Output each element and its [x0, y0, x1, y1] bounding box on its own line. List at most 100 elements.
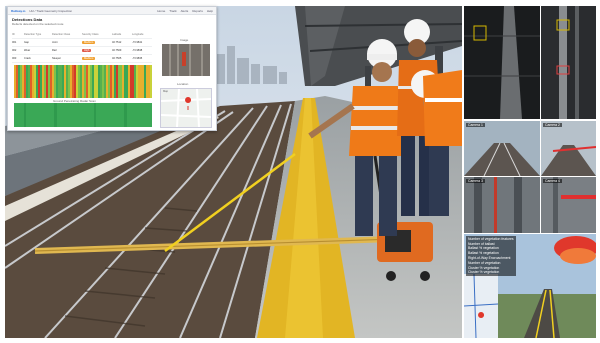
heatmap-column	[78, 65, 80, 98]
heatmap-column	[76, 65, 78, 98]
dashboard-topbar: Railway.io HU / Track Geometry Inspectio…	[8, 7, 216, 15]
camera-3-label: Camera 3	[466, 179, 485, 183]
map-type-label[interactable]: Map	[163, 90, 168, 93]
heatmap-column	[88, 65, 90, 98]
location-map[interactable]: Map	[160, 88, 212, 128]
gpr-heatmap-top	[14, 65, 152, 98]
heatmap-column	[122, 65, 124, 98]
heatmap-column	[112, 65, 114, 98]
cell-type: Wear	[24, 49, 31, 52]
heatmap-column	[16, 65, 18, 98]
heatmap-column	[114, 65, 116, 98]
detection-image-thumbnail[interactable]	[162, 44, 210, 76]
heatmap-column	[146, 65, 148, 98]
heatmap-column	[54, 65, 56, 98]
heatmap-column	[30, 65, 32, 98]
cell-class: Sleeper	[52, 57, 61, 60]
stat-line: Ballast % vegetation	[468, 250, 499, 255]
tunnel-inspection-image-left	[464, 6, 540, 119]
nav-track[interactable]: Track	[169, 9, 176, 13]
camera-2-feed[interactable]: Camera 2	[541, 121, 596, 176]
camera-1-feed[interactable]: Camera 1	[464, 121, 540, 176]
cell-lon: -73.9838	[132, 49, 143, 52]
cell-class: Rail	[52, 49, 57, 52]
heatmap-column	[84, 65, 86, 98]
gpr-heatmap-bottom	[14, 103, 152, 127]
heatmap-column	[118, 65, 120, 98]
cell-lon: -73.9841	[132, 41, 143, 44]
map-pin-icon	[185, 97, 192, 103]
heatmap-column	[28, 65, 30, 98]
table-row[interactable]: 002 Wear Rail High 40.7509 -73.9838	[12, 47, 152, 55]
camera-3-feed[interactable]: Camera 3	[464, 177, 540, 233]
col-class: Detection Class	[52, 33, 71, 36]
heatmap-column	[60, 65, 62, 98]
heatmap-column	[48, 65, 50, 98]
table-header: ID Detection Type Detection Class Severi…	[12, 31, 152, 39]
heatmap-column	[20, 65, 22, 98]
heatmap-column	[18, 65, 20, 98]
vegetation-stats: Number of vegetation features Number of …	[466, 236, 516, 276]
severity-badge: Medium	[82, 40, 96, 44]
heatmap-column	[52, 65, 54, 98]
heatmap-column	[120, 65, 122, 98]
heatmap-column	[96, 65, 98, 98]
col-severity: Severity Class	[82, 33, 99, 36]
cell-id: 003	[12, 57, 17, 60]
heatmap-column	[80, 65, 82, 98]
heatmap-column	[140, 65, 142, 98]
heatmap-column	[92, 65, 94, 98]
col-lat: Latitude	[112, 33, 122, 36]
cell-type: Crack	[24, 57, 31, 60]
page-subtitle: Defects detected on the selected route	[12, 22, 64, 26]
heatmap-column	[132, 65, 134, 98]
cell-lat: 40.7505	[112, 57, 122, 60]
heatmap-column	[62, 65, 64, 98]
heatmap-column	[86, 65, 88, 98]
heatmap-column	[74, 65, 76, 98]
heatmap-column	[100, 65, 102, 98]
stat-line: Number of vegetation features	[468, 237, 514, 241]
heatmap-column	[56, 65, 58, 98]
app-name[interactable]: Railway.io	[11, 9, 25, 13]
cell-type: Gap	[24, 41, 29, 44]
heatmap-column	[90, 65, 92, 98]
heatmap-column	[106, 65, 108, 98]
nav-home[interactable]: Home	[157, 9, 165, 13]
nav-reports[interactable]: Reports	[192, 9, 203, 13]
heatmap-column	[94, 65, 96, 98]
image-label: Image	[180, 38, 189, 42]
heatmap-column	[38, 65, 40, 98]
heatmap-column	[36, 65, 38, 98]
nav-help[interactable]: Help	[207, 9, 213, 13]
cell-class: Joint	[52, 41, 58, 44]
heatmap-column	[150, 65, 152, 98]
heatmap-column	[136, 65, 138, 98]
heatmap-column	[46, 65, 48, 98]
col-type: Detection Type	[24, 33, 42, 36]
heatmap-column	[142, 65, 144, 98]
heatmap-column	[22, 65, 24, 98]
camera-4-label: Camera 4	[543, 179, 562, 183]
camera-1-label: Camera 1	[466, 123, 485, 127]
breadcrumb: HU / Track Geometry Inspection	[29, 8, 73, 13]
heatmap-column	[50, 65, 52, 98]
vegetation-analysis-view: Number of vegetation features Number of …	[464, 234, 596, 338]
table-row[interactable]: 003 Crack Sleeper Medium 40.7505 -73.983…	[12, 55, 152, 63]
heatmap-column	[126, 65, 128, 98]
heatmap-column	[110, 65, 112, 98]
cell-lat: 40.7509	[112, 49, 122, 52]
heatmap-column	[24, 65, 26, 98]
heatmap-column	[82, 65, 84, 98]
dashboard-window: Railway.io HU / Track Geometry Inspectio…	[7, 6, 217, 131]
heatmap-column	[108, 65, 110, 98]
tunnel-inspection-image-right	[541, 6, 596, 119]
heatmap-column	[66, 65, 68, 98]
heatmap-column	[70, 65, 72, 98]
camera-4-feed[interactable]: Camera 4	[541, 177, 596, 233]
nav-alerts[interactable]: Alerts	[181, 9, 189, 13]
location-label: Location	[177, 82, 189, 86]
heatmap-column	[104, 65, 106, 98]
heatmap-column	[40, 65, 42, 98]
table-row[interactable]: 001 Gap Joint Medium 40.7512 -73.9841	[12, 39, 152, 47]
